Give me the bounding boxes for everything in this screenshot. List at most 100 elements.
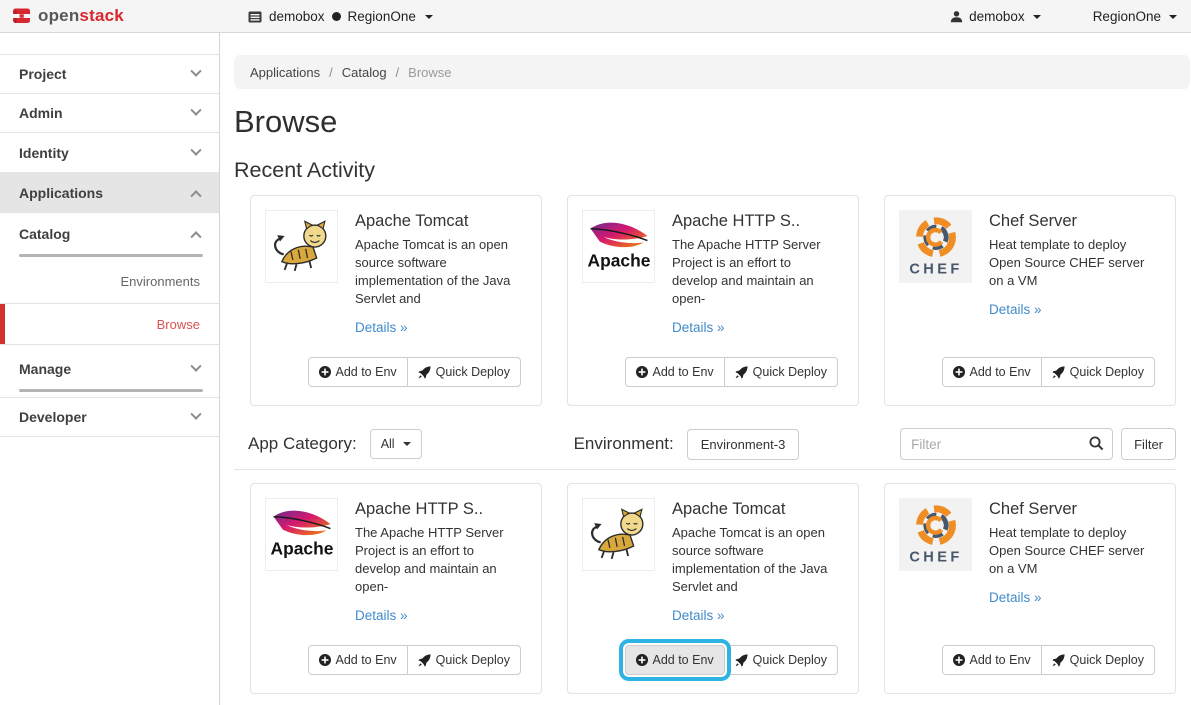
quick-deploy-button[interactable]: Quick Deploy bbox=[724, 645, 838, 675]
user-menu[interactable]: demobox bbox=[950, 9, 1041, 24]
brand-open: open bbox=[38, 6, 79, 25]
chevron-down-icon bbox=[190, 361, 201, 372]
add-to-env-button[interactable]: Add to Env bbox=[308, 645, 408, 675]
tomcat-logo bbox=[265, 210, 338, 283]
sidebar-item-label: Admin bbox=[19, 105, 63, 121]
add-to-env-label: Add to Env bbox=[970, 365, 1031, 379]
sidebar-link-label: Browse bbox=[157, 317, 200, 332]
chef-logo: CHEF bbox=[899, 210, 972, 283]
add-to-env-label: Add to Env bbox=[336, 653, 397, 667]
sidebar-item-environments[interactable]: Environments bbox=[0, 259, 219, 303]
quick-deploy-label: Quick Deploy bbox=[436, 365, 510, 379]
details-link[interactable]: Details » bbox=[672, 320, 725, 335]
quick-deploy-button[interactable]: Quick Deploy bbox=[1041, 357, 1155, 387]
sidebar-item-developer[interactable]: Developer bbox=[0, 397, 219, 437]
project-context-switcher[interactable]: demobox RegionOne bbox=[248, 0, 433, 33]
quick-deploy-label: Quick Deploy bbox=[753, 653, 827, 667]
chevron-up-icon bbox=[190, 231, 201, 242]
sidebar-item-label: Applications bbox=[19, 185, 103, 201]
breadcrumb-separator: / bbox=[396, 65, 400, 80]
quick-deploy-button[interactable]: Quick Deploy bbox=[407, 645, 521, 675]
main-content: Applications / Catalog / Browse Browse R… bbox=[221, 33, 1191, 705]
add-to-env-button[interactable]: Add to Env bbox=[942, 357, 1042, 387]
user-icon bbox=[950, 10, 963, 23]
app-category-dropdown[interactable]: All bbox=[370, 429, 422, 459]
section-divider bbox=[234, 469, 1176, 470]
apache-logo-text: Apache bbox=[587, 250, 650, 270]
filter-input[interactable] bbox=[900, 428, 1113, 460]
brand-stack: stack bbox=[79, 6, 123, 25]
filter-button[interactable]: Filter bbox=[1121, 428, 1176, 460]
sidebar-item-project[interactable]: Project bbox=[0, 54, 219, 93]
chevron-down-icon bbox=[190, 66, 201, 77]
plus-circle-icon bbox=[953, 654, 965, 666]
apache-logo: Apache bbox=[582, 210, 655, 283]
details-link[interactable]: Details » bbox=[989, 302, 1042, 317]
sidebar-group-label: Manage bbox=[19, 361, 71, 377]
app-description: Heat template to deploy Open Source CHEF… bbox=[989, 236, 1152, 290]
add-to-env-button[interactable]: Add to Env bbox=[625, 357, 725, 387]
add-to-env-button[interactable]: Add to Env bbox=[942, 645, 1042, 675]
apache-logo: Apache bbox=[265, 498, 338, 571]
sidebar-item-browse[interactable]: Browse bbox=[0, 303, 219, 344]
region-menu[interactable]: RegionOne bbox=[1093, 9, 1177, 24]
dot-separator-icon bbox=[332, 12, 341, 21]
breadcrumb-current: Browse bbox=[408, 65, 451, 80]
apache-logo-text: Apache bbox=[270, 538, 333, 558]
sidebar-group-catalog[interactable]: Catalog bbox=[0, 212, 219, 259]
quick-deploy-button[interactable]: Quick Deploy bbox=[1041, 645, 1155, 675]
region-menu-label: RegionOne bbox=[1093, 9, 1161, 24]
quick-deploy-label: Quick Deploy bbox=[1070, 653, 1144, 667]
plus-circle-icon bbox=[319, 366, 331, 378]
environment-button[interactable]: Environment-3 bbox=[687, 429, 800, 460]
details-link[interactable]: Details » bbox=[355, 320, 408, 335]
card-actions: Add to Env Quick Deploy bbox=[308, 357, 522, 387]
chef-logo-text: CHEF bbox=[909, 261, 962, 277]
sidebar-group-manage[interactable]: Manage bbox=[0, 344, 219, 397]
app-title: Chef Server bbox=[989, 212, 1152, 231]
app-title: Chef Server bbox=[989, 500, 1152, 519]
app-card-chef-server: CHEF Chef Server Heat template to deploy… bbox=[884, 195, 1176, 406]
breadcrumb-catalog[interactable]: Catalog bbox=[342, 65, 387, 80]
sidebar-item-applications[interactable]: Applications bbox=[0, 172, 219, 212]
top-navbar: openstack demobox RegionOne demobox Regi… bbox=[0, 0, 1191, 33]
app-card-apache-http: Apache Apache HTTP S.. The Apache HTTP S… bbox=[567, 195, 859, 406]
openstack-logo[interactable]: openstack bbox=[12, 6, 124, 26]
app-card-apache-tomcat: Apache Tomcat Apache Tomcat is an open s… bbox=[567, 483, 859, 694]
details-link[interactable]: Details » bbox=[672, 608, 725, 623]
chevron-down-icon bbox=[190, 409, 201, 420]
app-category-label: App Category: bbox=[248, 434, 357, 454]
sidebar-item-label: Developer bbox=[19, 409, 87, 425]
rocket-icon bbox=[1052, 366, 1065, 379]
details-link[interactable]: Details » bbox=[355, 608, 408, 623]
chef-rings-icon: CHEF bbox=[901, 500, 971, 570]
chef-logo: CHEF bbox=[899, 498, 972, 571]
sidebar-item-admin[interactable]: Admin bbox=[0, 93, 219, 132]
sidebar-item-identity[interactable]: Identity bbox=[0, 132, 219, 172]
quick-deploy-button[interactable]: Quick Deploy bbox=[407, 357, 521, 387]
tomcat-cat-icon bbox=[269, 214, 335, 280]
app-title: Apache Tomcat bbox=[355, 212, 518, 231]
app-description: The Apache HTTP Server Project is an eff… bbox=[672, 236, 835, 308]
sidebar-group-label: Catalog bbox=[19, 226, 70, 242]
details-link[interactable]: Details » bbox=[989, 590, 1042, 605]
breadcrumb-applications[interactable]: Applications bbox=[250, 65, 320, 80]
app-category-value: All bbox=[381, 437, 395, 451]
plus-circle-icon bbox=[636, 366, 648, 378]
app-description: Apache Tomcat is an open source software… bbox=[672, 524, 835, 596]
group-underline bbox=[19, 389, 203, 392]
search-icon bbox=[1089, 436, 1104, 451]
rocket-icon bbox=[418, 654, 431, 667]
add-to-env-button[interactable]: Add to Env bbox=[308, 357, 408, 387]
topbar-right-menus: demobox RegionOne bbox=[950, 0, 1177, 33]
card-actions: Add to Env Quick Deploy bbox=[625, 645, 839, 675]
plus-circle-icon bbox=[319, 654, 331, 666]
add-to-env-button-highlighted[interactable]: Add to Env bbox=[625, 645, 725, 675]
add-to-env-label: Add to Env bbox=[970, 653, 1031, 667]
breadcrumb: Applications / Catalog / Browse bbox=[234, 55, 1190, 89]
chevron-down-icon bbox=[190, 144, 201, 155]
chef-rings-icon: CHEF bbox=[901, 212, 971, 282]
page-title: Browse bbox=[234, 104, 1191, 140]
quick-deploy-button[interactable]: Quick Deploy bbox=[724, 357, 838, 387]
user-menu-label: demobox bbox=[969, 9, 1025, 24]
